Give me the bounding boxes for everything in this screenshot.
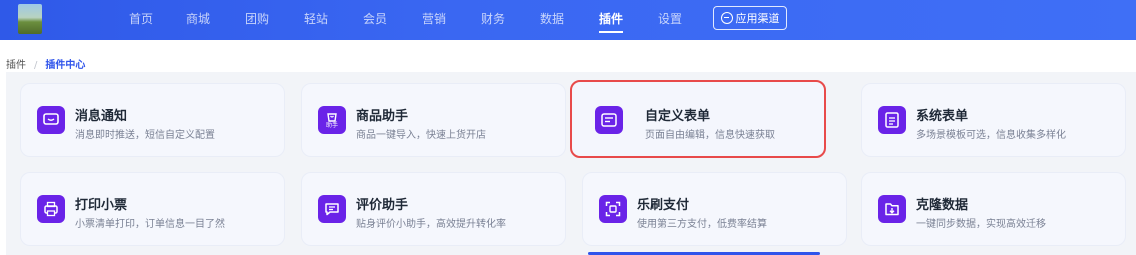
review-helper-icon [318, 195, 346, 223]
logo[interactable] [18, 4, 42, 34]
app-channel-label: 应用渠道 [735, 12, 780, 25]
plugin-title: 评价助手 [356, 198, 409, 213]
nav-item-home[interactable]: 首页 [129, 10, 153, 27]
plugin-desc: 小票清单打印，订单信息一目了然 [75, 219, 225, 230]
message-icon [37, 106, 65, 134]
plugin-title: 自定义表单 [645, 109, 711, 124]
breadcrumb-root[interactable]: 插件 [6, 60, 26, 71]
plugin-desc: 商品一键导入，快速上货开店 [356, 130, 486, 141]
plugin-card-lepay[interactable]: 乐刷支付 使用第三方支付，低费率结算 [582, 172, 847, 246]
plugin-grid: 消息通知 消息即时推送，短信自定义配置 助手 商品助手 商品一键导入，快速上货开… [6, 72, 1136, 255]
nav-item-mall[interactable]: 商城 [186, 10, 210, 27]
system-form-icon [878, 106, 906, 134]
clone-data-icon [878, 195, 906, 223]
nav-item-plugins[interactable]: 插件 [599, 10, 623, 27]
plugin-card-system-form[interactable]: 系统表单 多场景模板可选，信息收集多样化 [861, 83, 1126, 157]
breadcrumb-current: 插件中心 [45, 60, 86, 71]
nav-item-light-site[interactable]: 轻站 [304, 10, 328, 27]
plugin-desc: 页面自由编辑，信息快速获取 [645, 130, 775, 141]
app-channel-button[interactable]: 应用渠道 [713, 6, 787, 30]
payment-scan-icon [599, 195, 627, 223]
minus-circle-icon [720, 12, 733, 24]
nav-item-finance[interactable]: 财务 [481, 10, 505, 27]
plugin-desc: 多场景模板可选，信息收集多样化 [916, 130, 1066, 141]
plugin-desc: 贴身评价小助手，高效提升转化率 [356, 219, 506, 230]
nav-item-settings[interactable]: 设置 [658, 10, 682, 27]
plugin-desc: 消息即时推送，短信自定义配置 [75, 130, 215, 141]
nav-item-group-buy[interactable]: 团购 [245, 10, 269, 27]
plugin-card-print-receipt[interactable]: 打印小票 小票清单打印，订单信息一目了然 [20, 172, 285, 246]
breadcrumb: 插件 / 插件中心 [6, 56, 85, 71]
plugin-card-clone-data[interactable]: 克隆数据 一键同步数据，实现高效迁移 [861, 172, 1126, 246]
plugin-desc: 使用第三方支付，低费率结算 [637, 219, 767, 230]
plugin-desc: 一键同步数据，实现高效迁移 [916, 219, 1046, 230]
plugin-card-product-helper[interactable]: 助手 商品助手 商品一键导入，快速上货开店 [301, 83, 566, 157]
product-helper-icon: 助手 [318, 106, 346, 134]
nav-item-member[interactable]: 会员 [363, 10, 387, 27]
plugin-card-review-helper[interactable]: 评价助手 贴身评价小助手，高效提升转化率 [301, 172, 566, 246]
plugin-title: 克隆数据 [916, 198, 969, 213]
helper-icon-text: 助手 [325, 121, 338, 129]
plugin-title: 商品助手 [356, 109, 409, 124]
plugin-title: 打印小票 [75, 198, 128, 213]
plugin-card-message-notify[interactable]: 消息通知 消息即时推送，短信自定义配置 [20, 83, 285, 157]
plugin-title: 消息通知 [75, 109, 128, 124]
print-receipt-icon [37, 195, 65, 223]
plugin-title: 系统表单 [916, 109, 969, 124]
nav-item-marketing[interactable]: 营销 [422, 10, 446, 27]
plugin-title: 乐刷支付 [637, 198, 690, 213]
breadcrumb-separator: / [34, 60, 38, 71]
plugin-card-custom-form[interactable]: 自定义表单 页面自由编辑，信息快速获取 [570, 80, 826, 158]
active-tab-indicator [599, 31, 623, 33]
top-navbar: 首页 商城 团购 轻站 会员 营销 财务 数据 插件 设置 应用渠道 [0, 0, 1136, 40]
nav-item-data[interactable]: 数据 [540, 10, 564, 27]
custom-form-icon [595, 106, 623, 134]
